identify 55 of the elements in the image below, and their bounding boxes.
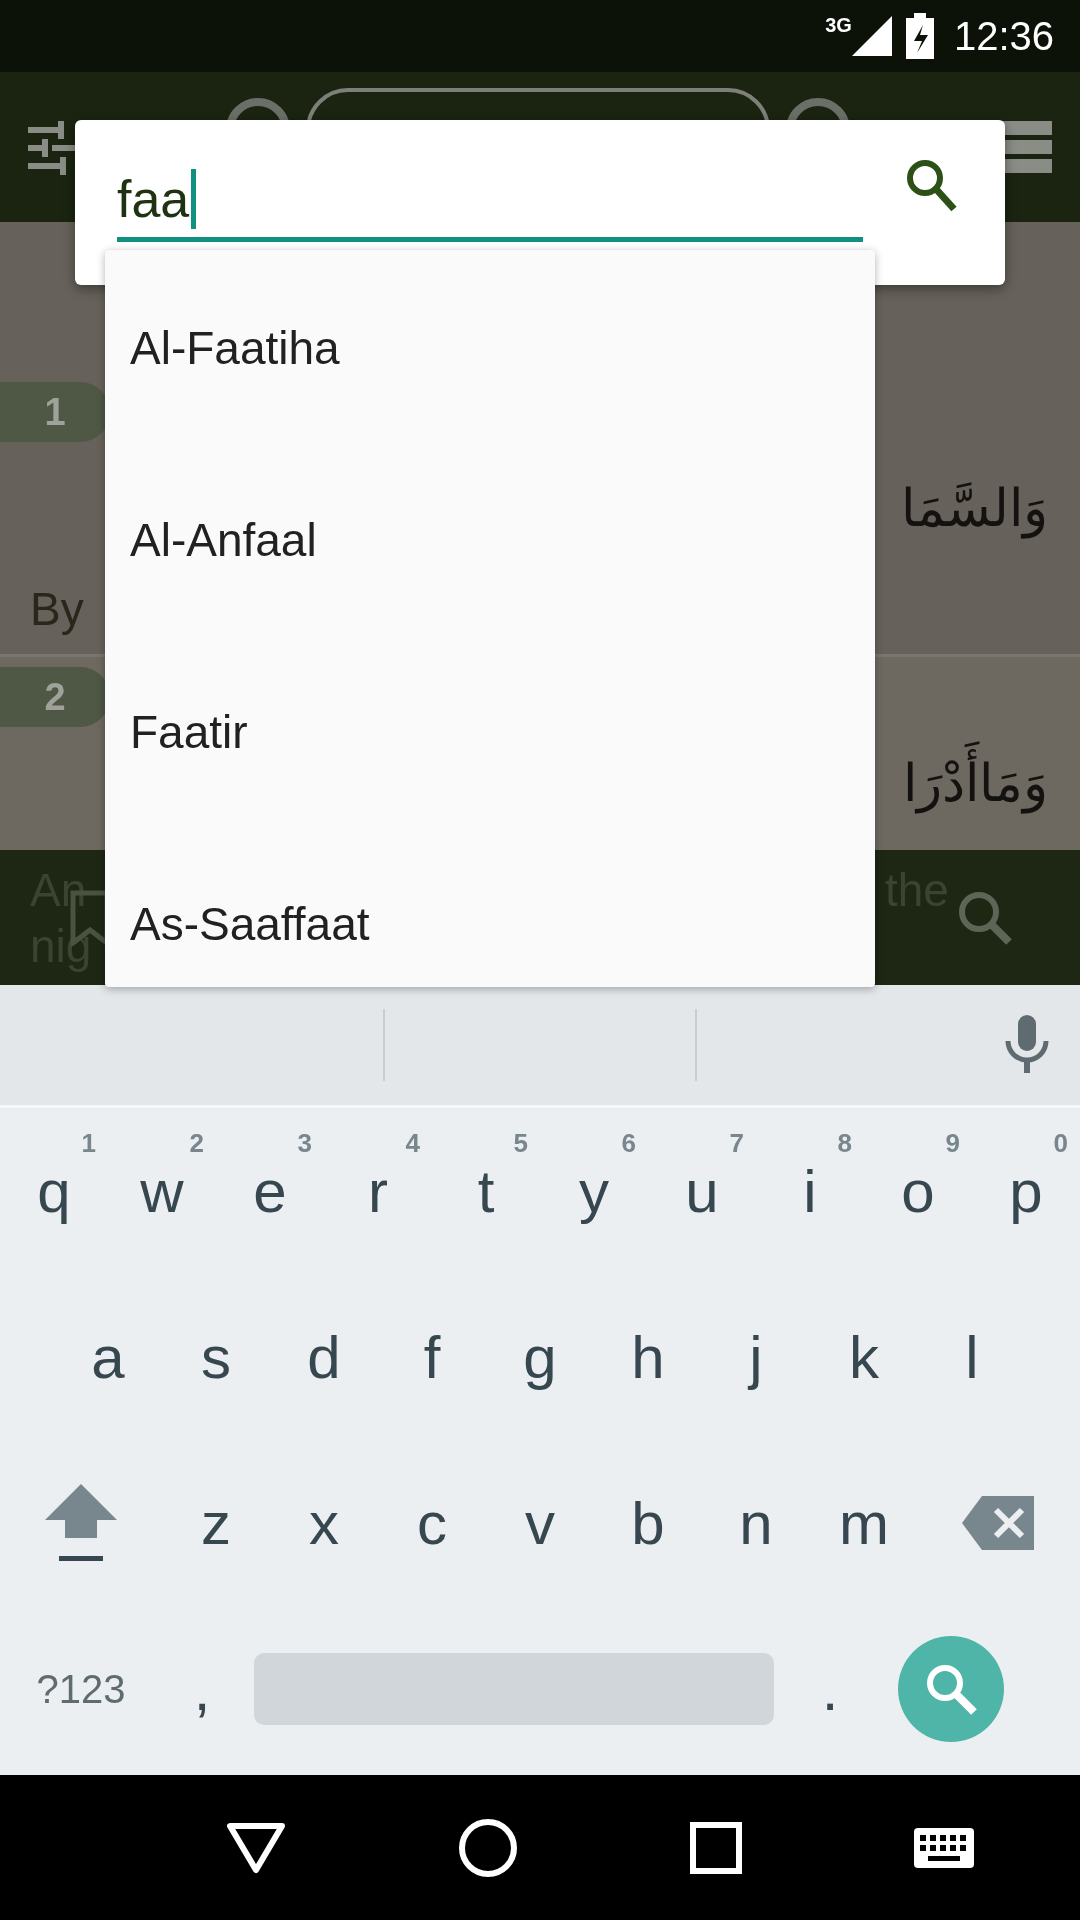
period-key[interactable]: . <box>790 1606 870 1772</box>
keyboard-key[interactable]: e 3 <box>216 1108 324 1274</box>
battery-icon <box>905 13 934 59</box>
key-hint: 6 <box>621 1128 636 1159</box>
key-hint: 9 <box>945 1128 960 1159</box>
key-hint: 0 <box>1053 1128 1068 1159</box>
keyboard-key[interactable]: d <box>270 1274 378 1440</box>
keyboard-key[interactable]: b <box>594 1440 702 1606</box>
key-hint: 3 <box>297 1128 312 1159</box>
suggestion-item[interactable]: Al-Anfaal <box>105 444 875 636</box>
keyboard-key[interactable]: a <box>54 1274 162 1440</box>
keyboard-key[interactable]: j <box>702 1274 810 1440</box>
key-hint: 2 <box>189 1128 204 1159</box>
keyboard-key[interactable]: w 2 <box>108 1108 216 1274</box>
search-field[interactable]: faa <box>117 162 863 242</box>
keyboard-key[interactable]: v <box>486 1440 594 1606</box>
clock: 12:36 <box>953 13 1054 59</box>
keyboard-key[interactable]: x <box>270 1440 378 1606</box>
signal-icon <box>851 16 892 56</box>
key-hint: 1 <box>81 1128 96 1159</box>
keyboard-key[interactable]: m <box>810 1440 918 1606</box>
keyboard-key[interactable]: h <box>594 1274 702 1440</box>
keyboard-key[interactable]: c <box>378 1440 486 1606</box>
keyboard-key[interactable]: l <box>918 1274 1026 1440</box>
key-hint: 5 <box>513 1128 528 1159</box>
keyboard-key[interactable]: i 8 <box>756 1108 864 1274</box>
keyboard-key[interactable]: r 4 <box>324 1108 432 1274</box>
keyboard-key[interactable]: q 1 <box>0 1108 108 1274</box>
keyboard-key[interactable]: z <box>162 1440 270 1606</box>
keyboard-key[interactable]: k <box>810 1274 918 1440</box>
keyboard-key[interactable]: t 5 <box>432 1108 540 1274</box>
keyboard-key[interactable]: f <box>378 1274 486 1440</box>
arabic-verse: وَالسَّمَا <box>900 477 1049 541</box>
keyboard-key[interactable]: o 9 <box>864 1108 972 1274</box>
backspace-icon <box>962 1496 1036 1550</box>
keyboard-key[interactable]: y 6 <box>540 1108 648 1274</box>
keyboard-key[interactable]: p 0 <box>972 1108 1080 1274</box>
verse-translation: By <box>30 582 84 636</box>
recents-icon[interactable] <box>690 1821 742 1874</box>
key-hint: 7 <box>729 1128 744 1159</box>
key-hint: 4 <box>405 1128 420 1159</box>
keyboard-key[interactable]: g <box>486 1274 594 1440</box>
arabic-verse: وَمَاأَدْرَا <box>897 737 1054 831</box>
suggestion-item[interactable]: As-Saaffaat <box>105 828 875 1020</box>
keyboard-key[interactable]: n <box>702 1440 810 1606</box>
comma-key[interactable]: , <box>162 1606 242 1772</box>
keyboard-key[interactable]: s <box>162 1274 270 1440</box>
symbols-key[interactable]: ?123 <box>0 1606 162 1772</box>
microphone-icon[interactable] <box>1004 1015 1050 1075</box>
back-icon[interactable] <box>226 1821 286 1874</box>
home-icon[interactable] <box>458 1817 518 1878</box>
keyboard-icon[interactable] <box>914 1827 974 1868</box>
keyboard-key[interactable]: u 7 <box>648 1108 756 1274</box>
key-hint: 8 <box>837 1128 852 1159</box>
network-type: 3G <box>825 14 852 37</box>
